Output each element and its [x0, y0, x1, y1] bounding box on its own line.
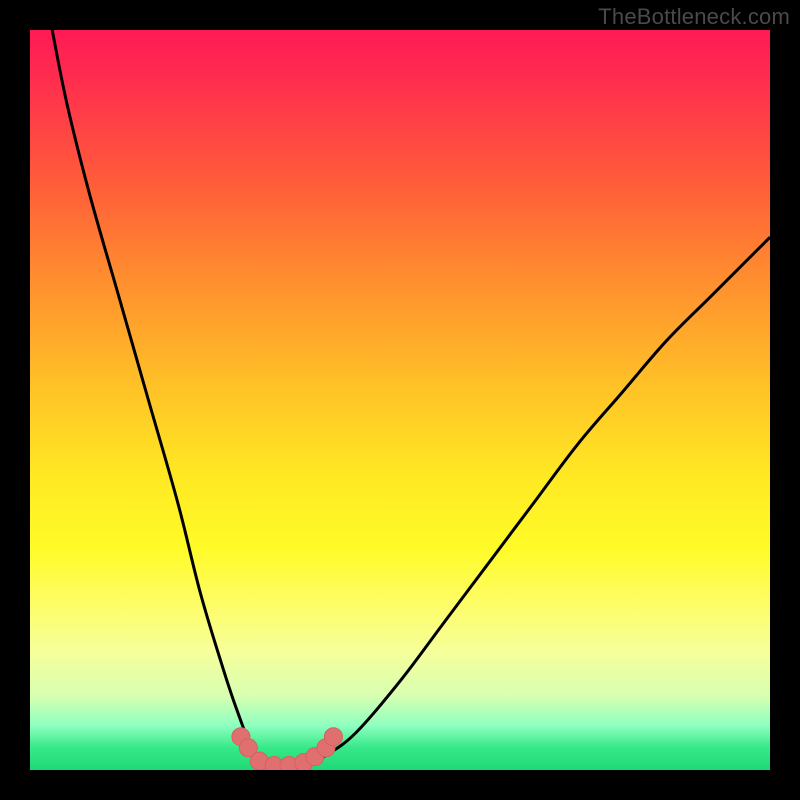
curve-marker [324, 728, 342, 746]
watermark-text: TheBottleneck.com [598, 4, 790, 30]
bottleneck-curve-path [52, 30, 770, 767]
bottleneck-curve-svg [30, 30, 770, 770]
chart-frame: TheBottleneck.com [0, 0, 800, 800]
curve-markers-group [232, 728, 343, 770]
plot-area [30, 30, 770, 770]
